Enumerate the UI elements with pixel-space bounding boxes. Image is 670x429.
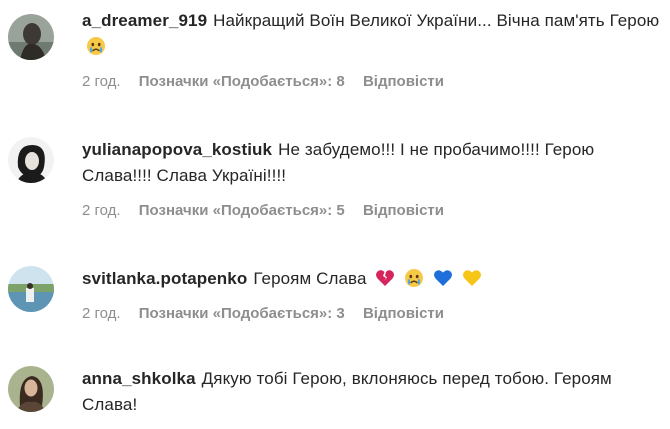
comment-text: Найкращий Воїн Великої України... Вічна … [213, 11, 660, 30]
broken-heart-emoji-icon [375, 266, 395, 292]
comment-likes-button[interactable]: Позначки «Подобається»: 5 [139, 202, 345, 219]
comment-meta: 2 год. Позначки «Подобається»: 8 Відпові… [82, 72, 662, 92]
yellow-heart-emoji-icon [462, 266, 482, 292]
comment-text-block: anna_shkolka Дякую тобі Герою, вклоняюсь … [82, 366, 662, 418]
comment-time[interactable]: 2 год. [82, 73, 121, 90]
comment-text-block: yulianapopova_kostiuk Не забудемо!!! І не… [82, 137, 662, 189]
comment-reply-button[interactable]: Відповісти [363, 305, 444, 322]
comment-meta: 2 год. Позначки «Подобається»: 5 Відпові… [82, 201, 662, 221]
comment-time[interactable]: 2 год. [82, 305, 121, 322]
avatar[interactable] [8, 137, 54, 183]
comment-username[interactable]: svitlanka.potapenko [82, 269, 247, 288]
comment-reply-button[interactable]: Відповісти [363, 202, 444, 219]
comment-time[interactable]: 2 год. [82, 202, 121, 219]
avatar[interactable] [8, 266, 54, 312]
comment-meta: 2 год. Позначки «Подобається»: 3 Відпові… [82, 304, 662, 324]
comment-username[interactable]: anna_shkolka [82, 369, 196, 388]
comment-likes-button[interactable]: Позначки «Подобається»: 8 [139, 73, 345, 90]
comment-text: Героям Слава [253, 269, 367, 288]
comment-likes-button[interactable]: Позначки «Подобається»: 3 [139, 305, 345, 322]
comment-text-block: svitlanka.potapenko Героям Слава [82, 266, 662, 292]
comment-username[interactable]: yulianapopova_kostiuk [82, 140, 272, 159]
avatar[interactable] [8, 14, 54, 60]
comment-username[interactable]: a_dreamer_919 [82, 11, 207, 30]
crying-face-emoji-icon [404, 266, 424, 292]
avatar[interactable] [8, 366, 54, 412]
blue-heart-emoji-icon [433, 266, 453, 292]
comments-list: a_dreamer_919 Найкращий Воїн Великої Укра… [0, 0, 670, 429]
comment-text-block: a_dreamer_919 Найкращий Воїн Великої Укра… [82, 8, 662, 60]
crying-face-emoji-icon [86, 34, 106, 60]
comment-reply-button[interactable]: Відповісти [363, 73, 444, 90]
